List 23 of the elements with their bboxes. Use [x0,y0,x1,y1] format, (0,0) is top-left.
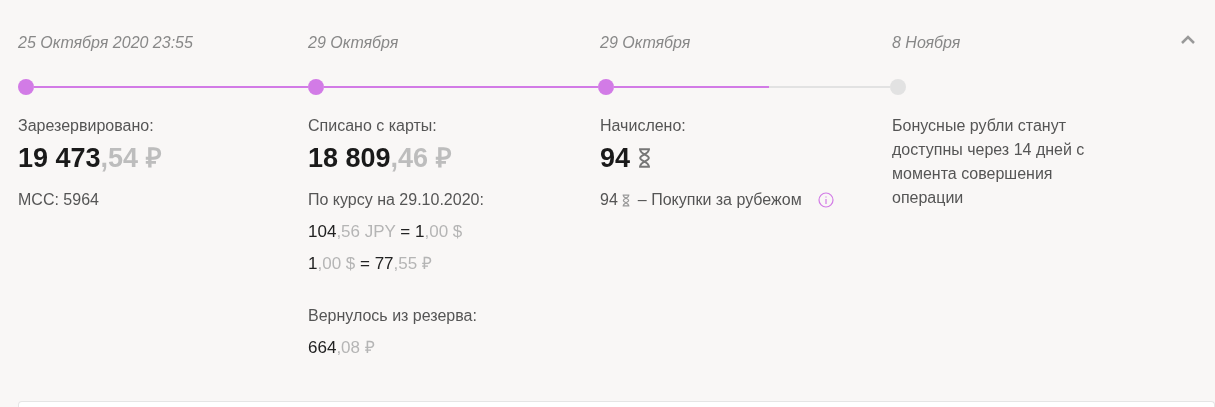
date-text: 29 Октября [308,33,399,53]
rate-text: 104,56 JPY = 1,00 $ [308,221,464,243]
rate-text: 1,00 $ = 77,55 ₽ [308,253,433,275]
date-text: 29 Октября [600,33,691,53]
rate-text: 664,08 ₽ [308,337,376,359]
amount-text: 94 [600,142,631,174]
bonus-amount: 94 [600,190,618,210]
bonus-info-text: Бонусные рубли станут доступны через 14 дней с момента совершения операции [892,116,1086,208]
info-icon[interactable] [817,192,834,208]
detail-text: MCC: 5964 [18,190,100,210]
detail-text: По курсу на 29.10.2020: [308,190,485,210]
detail-text: Вернулось из резерва: [308,306,478,326]
collapse-icon[interactable] [1181,35,1195,44]
amount-label: Зарезервировано: [18,116,155,136]
amount-label: Списано с карты: [308,116,438,136]
date-text: 8 Ноября [892,33,961,53]
amount-text: 18 809,46 ₽ [308,142,453,174]
amount-text: 19 473,54 ₽ [18,142,163,174]
hourglass-icon [621,193,630,207]
bonus-description: – Покупки за рубежом [637,190,802,210]
amount-label: Начислено: [600,116,687,136]
date-text: 25 Октября 2020 23:55 [18,33,193,53]
hourglass-icon [638,148,652,168]
